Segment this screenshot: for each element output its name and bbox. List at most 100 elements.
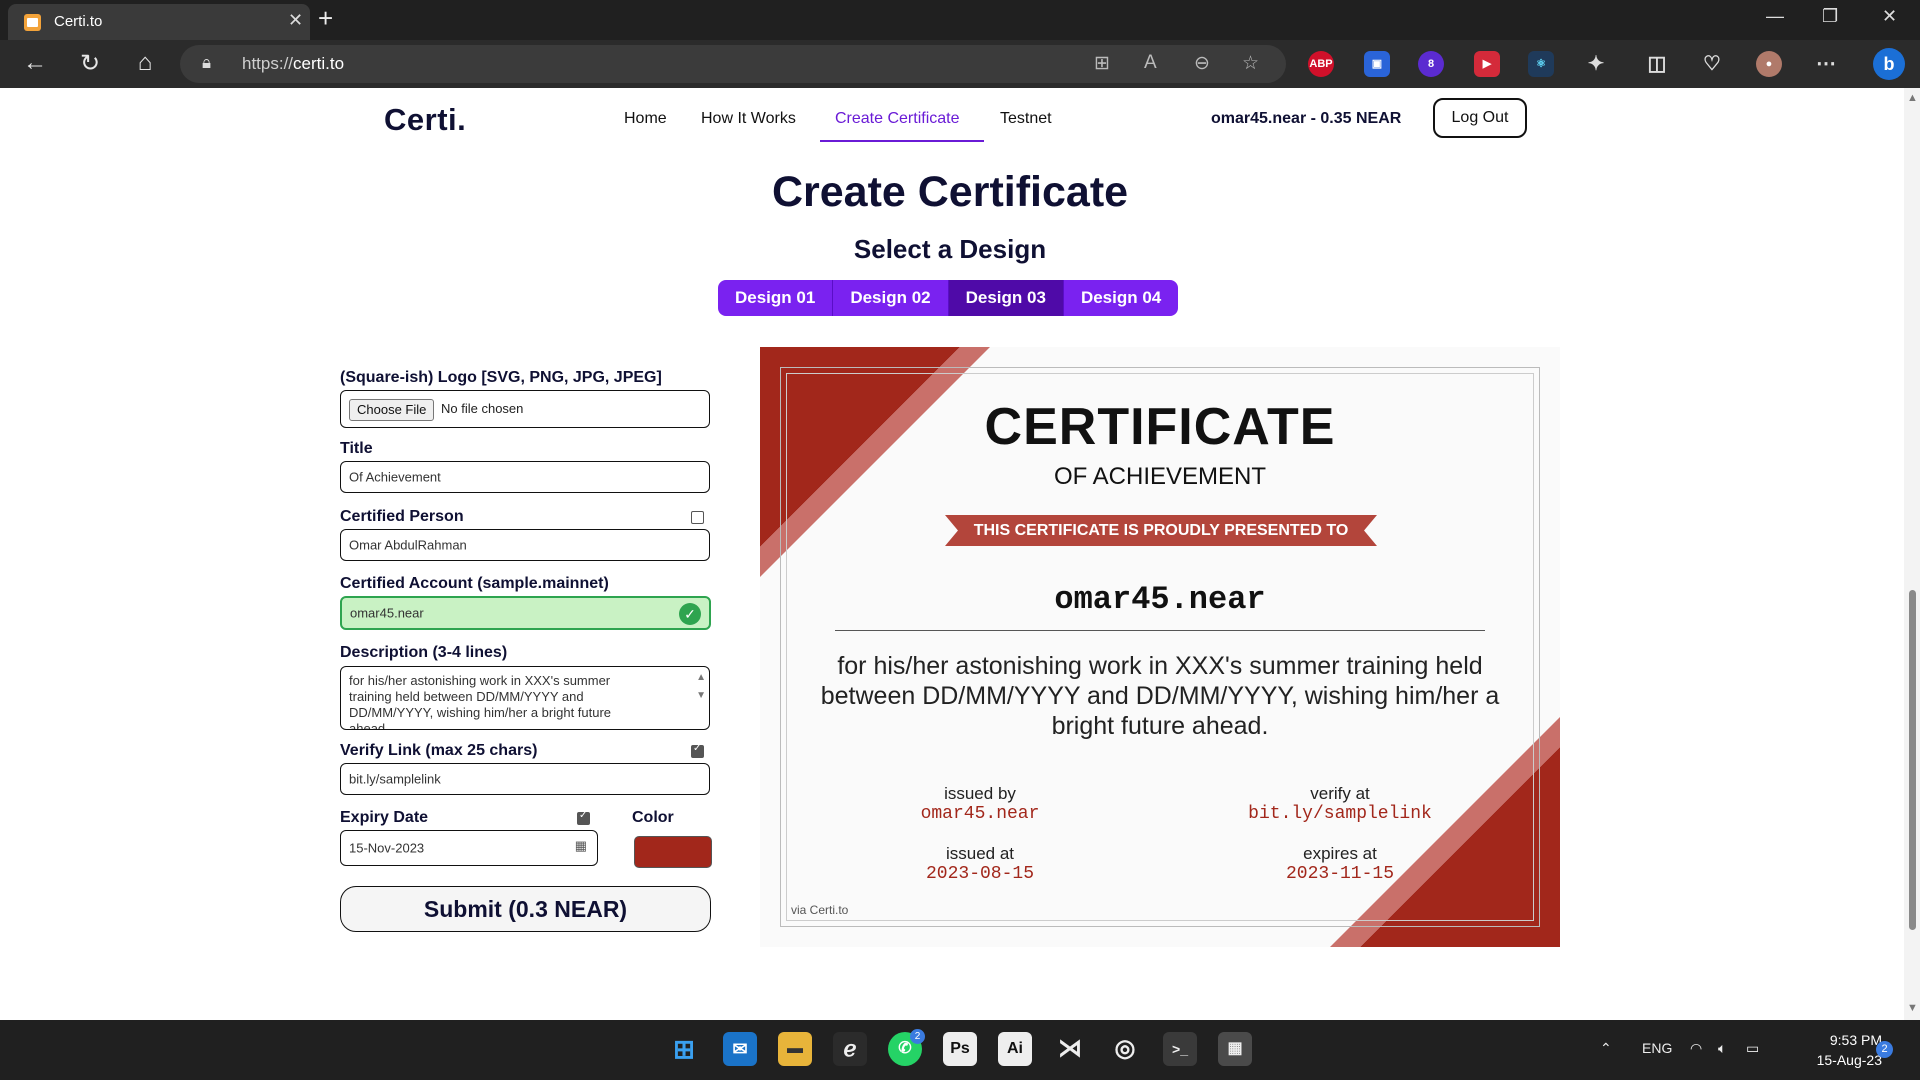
volume-icon[interactable]: 🔈︎: [1718, 1040, 1726, 1057]
certified-person-input[interactable]: Omar AbdulRahman: [340, 529, 710, 561]
site-logo[interactable]: Certi.: [384, 102, 466, 138]
restore-icon[interactable]: ❐: [1822, 6, 1838, 27]
calculator-icon[interactable]: ▦: [1218, 1032, 1252, 1066]
scroll-down-icon[interactable]: ▼: [1907, 1002, 1918, 1014]
design-04-button[interactable]: Design 04: [1064, 280, 1178, 316]
design-section-title: Select a Design: [853, 234, 1047, 264]
edge-browser-icon[interactable]: ℯ: [833, 1032, 867, 1066]
react-devtools-icon[interactable]: ⚛: [1528, 51, 1554, 77]
zoom-icon[interactable]: ⊖: [1194, 52, 1210, 75]
terminal-icon[interactable]: >_: [1163, 1032, 1197, 1066]
calendar-icon[interactable]: ▦: [575, 838, 587, 854]
adblock-plus-icon[interactable]: ABP: [1308, 51, 1334, 77]
issued-at-label: issued at: [945, 844, 1015, 863]
account-balance: omar45.near - 0.35 NEAR: [1211, 110, 1402, 127]
address-bar[interactable]: 🔒︎ https://certi.to ⊞ A ⊖ ☆: [180, 45, 1286, 83]
description-label: Description (3-4 lines): [340, 644, 508, 661]
tray-overflow-icon[interactable]: ⌃: [1600, 1040, 1612, 1057]
certified-person-value: Omar AbdulRahman: [349, 537, 467, 553]
color-label: Color: [632, 809, 674, 826]
certified-account-input[interactable]: omar45.near ✓: [340, 596, 711, 630]
certified-account-value: omar45.near: [350, 605, 424, 621]
more-menu-icon[interactable]: ⋯: [1813, 51, 1839, 77]
browser-tab-bar: Certi.to ✕ + — ❐ ✕: [0, 0, 1920, 40]
lock-icon[interactable]: 🔒︎: [202, 53, 211, 73]
design-selector: Design 01 Design 02 Design 03 Design 04: [718, 280, 1179, 316]
scroll-thumb[interactable]: [1909, 590, 1916, 930]
read-aloud-icon[interactable]: A: [1144, 52, 1157, 74]
expiry-date-value: 15-Nov-2023: [349, 840, 425, 856]
profile-avatar[interactable]: ●: [1756, 51, 1782, 77]
file-explorer-icon[interactable]: ▬: [778, 1032, 812, 1066]
mail-icon[interactable]: ✉: [723, 1032, 757, 1066]
illustrator-icon[interactable]: Ai: [998, 1032, 1032, 1066]
page-scrollbar[interactable]: ▲ ▼: [1904, 88, 1920, 1020]
browser-tab[interactable]: Certi.to ✕: [8, 4, 310, 40]
new-tab-icon[interactable]: +: [318, 3, 333, 34]
url-text: https://certi.to: [242, 54, 345, 73]
browser-toolbar: ← ↻ ⌂ 🔒︎ https://certi.to ⊞ A ⊖ ☆ ABP ▣ …: [0, 40, 1920, 88]
design-03-button[interactable]: Design 03: [948, 280, 1064, 316]
close-window-icon[interactable]: ✕: [1882, 6, 1897, 27]
nav-create-certificate[interactable]: Create Certificate: [835, 110, 960, 128]
language-indicator[interactable]: ENG: [1642, 1040, 1672, 1056]
bitwarden-icon[interactable]: ▣: [1364, 51, 1390, 77]
logo-file-input[interactable]: Choose File No file chosen: [340, 390, 710, 428]
logout-button[interactable]: Log Out: [1433, 98, 1527, 138]
photoshop-icon[interactable]: Ps: [943, 1032, 977, 1066]
extension-purple-icon[interactable]: 8: [1418, 51, 1444, 77]
nav-how-it-works[interactable]: How It Works: [701, 110, 796, 128]
no-file-text: No file chosen: [441, 401, 524, 416]
certificate-heading: CERTIFICATE: [984, 398, 1336, 456]
textarea-scroll-arrows-icon[interactable]: ▲ ▼: [696, 669, 706, 705]
verify-link-input[interactable]: bit.ly/samplelink: [340, 763, 710, 795]
title-input[interactable]: Of Achievement: [340, 461, 710, 493]
minimize-icon[interactable]: —: [1766, 6, 1784, 27]
app-available-icon[interactable]: ⊞: [1094, 52, 1110, 75]
expiry-date-checkbox[interactable]: [577, 810, 590, 825]
nav-home[interactable]: Home: [624, 110, 667, 128]
recipient-underline: [835, 630, 1485, 631]
battery-icon[interactable]: ▭: [1746, 1040, 1759, 1057]
extensions-puzzle-icon[interactable]: ✦: [1583, 51, 1609, 77]
obs-icon[interactable]: ◎: [1108, 1032, 1142, 1066]
submit-button[interactable]: Submit (0.3 NEAR): [340, 886, 711, 932]
certificate-subheading: OF ACHIEVEMENT: [1053, 463, 1267, 490]
expiry-date-input[interactable]: 15-Nov-2023 ▦: [340, 830, 598, 866]
design-01-button[interactable]: Design 01: [718, 280, 834, 316]
design-02-button[interactable]: Design 02: [833, 280, 949, 316]
clock-date: 15-Aug-23: [1816, 1052, 1882, 1068]
expires-at-label: expires at: [1303, 844, 1377, 863]
verify-at-label: verify at: [1310, 784, 1370, 803]
whatsapp-badge: 2: [910, 1029, 925, 1044]
title-input-value: Of Achievement: [349, 469, 441, 485]
close-tab-icon[interactable]: ✕: [288, 10, 303, 31]
vscode-icon[interactable]: ⋊: [1053, 1032, 1087, 1066]
verify-link-checkbox[interactable]: [691, 743, 704, 758]
presented-to-ribbon: THIS CERTIFICATE IS PROUDLY PRESENTED TO: [945, 515, 1377, 546]
home-icon[interactable]: ⌂: [130, 49, 160, 77]
browser-essentials-icon[interactable]: ♡: [1699, 51, 1725, 77]
split-screen-icon[interactable]: ◫: [1644, 51, 1670, 77]
refresh-icon[interactable]: ↻: [75, 49, 105, 78]
certificate-recipient: omar45.near: [1054, 581, 1266, 618]
windows-start-icon[interactable]: ⊞: [667, 1032, 701, 1066]
page-title: Create Certificate: [771, 168, 1129, 216]
verify-at-value: bit.ly/samplelink: [1248, 804, 1432, 824]
verify-link-label: Verify Link (max 25 chars): [340, 742, 538, 759]
color-picker[interactable]: [634, 836, 712, 868]
system-clock[interactable]: 9:53 PM 15-Aug-23: [1790, 1030, 1882, 1070]
certified-person-checkbox[interactable]: [691, 511, 704, 524]
wifi-icon[interactable]: ◠: [1690, 1040, 1702, 1057]
via-certi-footer: via Certi.to: [791, 903, 849, 917]
scroll-up-icon[interactable]: ▲: [1907, 92, 1918, 104]
favorite-star-icon[interactable]: ☆: [1242, 52, 1259, 75]
back-icon[interactable]: ←: [20, 49, 50, 77]
extension-badge: 8: [1427, 58, 1435, 70]
description-textarea[interactable]: for his/her astonishing work in XXX's su…: [340, 666, 710, 730]
youtube-extension-icon[interactable]: ▶: [1474, 51, 1500, 77]
bing-chat-icon[interactable]: b: [1873, 48, 1905, 80]
notification-badge[interactable]: 2: [1876, 1041, 1893, 1058]
nav-testnet[interactable]: Testnet: [1000, 110, 1052, 128]
choose-file-button[interactable]: Choose File: [349, 399, 435, 421]
